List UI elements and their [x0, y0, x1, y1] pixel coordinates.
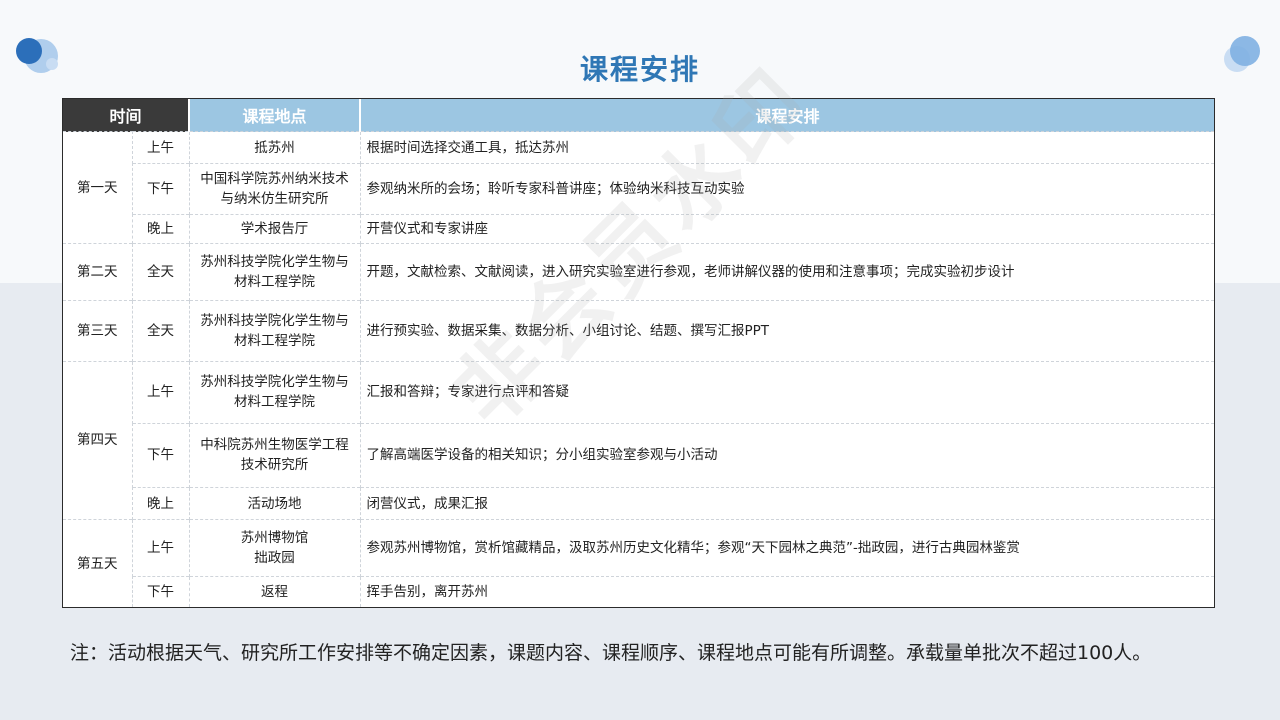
day-label: 第五天 — [63, 519, 133, 607]
location-cell: 学术报告厅 — [189, 214, 361, 244]
program-cell: 参观纳米所的会场；聆听专家科普讲座；体验纳米科技互动实验 — [360, 163, 1214, 215]
table-row: 第一天 上午 抵苏州 根据时间选择交通工具，抵达苏州 — [63, 130, 1214, 244]
day-label: 第二天 — [63, 243, 133, 300]
table-row: 下午 中国科学院苏州纳米技术与纳米仿生研究所 参观纳米所的会场；聆听专家科普讲座… — [63, 163, 1214, 215]
table-row: 下午 中科院苏州生物医学工程技术研究所 了解高端医学设备的相关知识；分小组实验室… — [63, 422, 1214, 488]
day-label: 第四天 — [63, 360, 133, 520]
table-row: 第二天 全天 苏州科技学院化学生物与材料工程学院 开题，文献检索、文献阅读，进入… — [63, 243, 1214, 300]
program-cell: 进行预实验、数据采集、数据分析、小组讨论、结题、撰写汇报PPT — [360, 299, 1214, 362]
location-cell: 苏州科技学院化学生物与材料工程学院 — [189, 243, 361, 300]
location-cell: 活动场地 — [189, 487, 361, 520]
location-cell: 苏州博物馆 拙政园 — [189, 519, 361, 577]
session-cell: 上午 — [132, 519, 190, 577]
program-cell: 开营仪式和专家讲座 — [360, 214, 1214, 244]
day-label: 第三天 — [63, 299, 133, 362]
header-location: 课程地点 — [188, 99, 361, 132]
session-cell: 晚上 — [132, 487, 190, 520]
session-cell: 上午 — [132, 360, 190, 424]
table-row: 第四天 上午 苏州科技学院化学生物与材料工程学院 汇报和答辩；专家进行点评和答疑 — [63, 360, 1214, 520]
session-cell: 下午 — [132, 576, 190, 607]
session-cell: 下午 — [132, 422, 190, 488]
schedule-table: 时间 课程地点 课程安排 第一天 上午 抵苏州 根据时间选择交通工具，抵达苏州 … — [62, 98, 1215, 608]
session-cell: 全天 — [132, 299, 190, 362]
header-time: 时间 — [63, 99, 190, 132]
page-title: 课程安排 — [579, 53, 700, 86]
location-cell: 苏州科技学院化学生物与材料工程学院 — [189, 360, 361, 424]
session-cell: 下午 — [132, 163, 190, 215]
location-cell: 中科院苏州生物医学工程技术研究所 — [189, 422, 361, 488]
table-row: 第三天 全天 苏州科技学院化学生物与材料工程学院 进行预实验、数据采集、数据分析… — [63, 299, 1214, 362]
program-cell: 挥手告别，离开苏州 — [360, 576, 1214, 607]
program-cell: 闭营仪式，成果汇报 — [360, 487, 1214, 520]
session-cell: 晚上 — [132, 214, 190, 244]
program-cell: 根据时间选择交通工具，抵达苏州 — [360, 130, 1214, 164]
table-row: 晚上 活动场地 闭营仪式，成果汇报 — [63, 487, 1214, 520]
program-cell: 汇报和答辩；专家进行点评和答疑 — [360, 360, 1214, 424]
session-cell: 上午 — [132, 130, 190, 164]
session-cell: 全天 — [132, 243, 190, 300]
day-label: 第一天 — [63, 130, 133, 244]
program-cell: 开题，文献检索、文献阅读，进入研究实验室进行参观，老师讲解仪器的使用和注意事项；… — [360, 243, 1214, 300]
header-program: 课程安排 — [359, 99, 1214, 132]
program-cell: 了解高端医学设备的相关知识；分小组实验室参观与小活动 — [360, 422, 1214, 488]
location-cell: 抵苏州 — [189, 130, 361, 164]
location-cell: 返程 — [189, 576, 361, 607]
table-header-row: 时间 课程地点 课程安排 — [63, 99, 1214, 132]
table-row: 第五天 上午 苏州博物馆 拙政园 参观苏州博物馆，赏析馆藏精品，汲取苏州历史文化… — [63, 519, 1214, 607]
table-row: 下午 返程 挥手告别，离开苏州 — [63, 576, 1214, 607]
program-cell: 参观苏州博物馆，赏析馆藏精品，汲取苏州历史文化精华；参观“天下园林之典范”-拙政… — [360, 519, 1214, 577]
location-cell: 苏州科技学院化学生物与材料工程学院 — [189, 299, 361, 362]
footnote: 注：活动根据天气、研究所工作安排等不确定因素，课题内容、课程顺序、课程地点可能有… — [70, 642, 1152, 664]
table-row: 晚上 学术报告厅 开营仪式和专家讲座 — [63, 214, 1214, 244]
location-cell: 中国科学院苏州纳米技术与纳米仿生研究所 — [189, 163, 361, 215]
